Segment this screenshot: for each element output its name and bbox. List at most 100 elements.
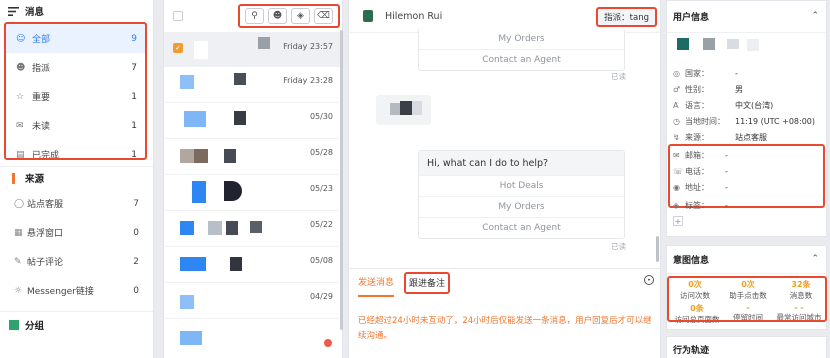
option-contact-agent[interactable]: Contact an Agent [419, 49, 624, 70]
redacted-block [224, 181, 242, 201]
info-row-country: ◎ 国家： - [667, 65, 826, 81]
info-key: 语言： [685, 100, 709, 110]
bot-greeting-card: Hi, what can I do to help? Hot Deals My … [418, 150, 625, 239]
source-label: 站点客服 [27, 200, 64, 210]
redacted-block [747, 39, 759, 51]
info-value: - [725, 200, 728, 210]
conversation-date: 05/22 [309, 220, 333, 229]
conversation-date: 05/30 [309, 112, 333, 121]
group-icon [8, 320, 19, 331]
option-my-orders[interactable]: My Orders [419, 196, 624, 217]
redacted-block [180, 149, 194, 163]
list-scrollbar[interactable] [340, 30, 343, 330]
source-item-site-chat[interactable]: ◯ 站点客服 7 [0, 189, 153, 218]
behavior-card: 行为轨迹 [666, 336, 827, 358]
redacted-block [412, 101, 422, 115]
user-info-header[interactable]: 用户信息 ⌃ [667, 1, 826, 33]
conversation-row[interactable]: 04/29 [164, 283, 342, 319]
source-item-post-comments[interactable]: ✎ 帖子评论 2 [0, 247, 153, 276]
option-contact-agent[interactable]: Contact an Agent [419, 217, 624, 238]
conversation-row[interactable]: 05/23 [164, 175, 342, 211]
add-tag-button[interactable]: + [673, 216, 683, 226]
inactivity-warning: 已经超过24小时未互动了，24小时后仅能发送一条消息，用户回复后才可以继续沟通。 [358, 316, 652, 341]
source-label: 帖子评论 [27, 258, 64, 268]
source-count: 0 [133, 227, 139, 238]
info-row-language: A 语言： 中文(台湾) [667, 97, 826, 113]
conversation-row[interactable]: 05/22 [164, 211, 342, 247]
redacted-block [258, 37, 270, 49]
read-status: 已读 [611, 72, 626, 81]
redacted-block [180, 75, 194, 89]
behavior-header[interactable]: 行为轨迹 [667, 337, 826, 358]
group-section-header[interactable]: 分组 [0, 314, 153, 336]
menu-lines-icon [8, 6, 19, 17]
stats-highlight-box [667, 276, 827, 322]
messages-section-header[interactable]: 消息 [0, 0, 153, 22]
messages-section-title: 消息 [25, 7, 45, 18]
redacted-block [727, 39, 739, 49]
info-key: 性别： [685, 84, 709, 94]
conversation-row[interactable] [164, 319, 342, 355]
source-label: 悬浮窗口 [27, 229, 64, 239]
filters-highlight-box [4, 22, 147, 160]
trash-icon[interactable]: ⌫ [314, 8, 333, 24]
user-avatar-row [667, 33, 826, 57]
info-row-gender: ♂ 性别： 男 [667, 81, 826, 97]
pin-icon[interactable]: ⚲ [245, 8, 264, 24]
globe-icon: ◎ [673, 68, 680, 78]
assign-icon[interactable]: ☻ [268, 8, 287, 24]
source-item-floating-window[interactable]: ▦ 悬浮窗口 0 [0, 218, 153, 247]
info-row-tags[interactable]: ◈ 标签： - [667, 197, 826, 213]
info-key: 标签： [685, 200, 709, 210]
redacted-block [226, 221, 238, 235]
redacted-block [703, 38, 715, 50]
conversation-row[interactable]: 05/08 [164, 247, 342, 283]
language-icon: A [673, 100, 679, 110]
conversation-row[interactable]: Friday 23:28 [164, 67, 342, 103]
conversation-date: 05/08 [309, 256, 333, 265]
source-section-header[interactable]: 来源 [0, 167, 153, 189]
window-icon: ▦ [14, 227, 23, 238]
conversation-row[interactable]: 05/28 [164, 139, 342, 175]
conversation-date: Friday 23:57 [283, 42, 333, 51]
redacted-block [180, 257, 206, 271]
redacted-block [224, 149, 236, 163]
source-count: 2 [133, 256, 139, 267]
redacted-avatar [194, 41, 208, 59]
contact-name: Hilemon Rui [385, 10, 443, 22]
option-my-orders[interactable]: My Orders [419, 28, 624, 49]
conversation-row[interactable]: 05/30 [164, 103, 342, 139]
tag-icon[interactable]: ◈ [291, 8, 310, 24]
assignee-badge[interactable]: 指派：tang [596, 7, 657, 27]
user-info-card: 用户信息 ⌃ ◎ 国家： - ♂ 性别： 男 A 语言： 中文(台湾) ◷ 当地… [666, 0, 827, 237]
bulk-actions-box: ⚲ ☻ ◈ ⌫ [238, 4, 340, 28]
clock-icon: ◷ [673, 116, 680, 126]
source-count: 7 [133, 198, 139, 209]
tab-follow-up-note[interactable]: 跟进备注 [404, 271, 451, 294]
intent-header[interactable]: 意图信息 ⌃ [667, 246, 826, 274]
redacted-block [250, 221, 262, 233]
timer-icon[interactable]: • [644, 275, 654, 285]
gender-icon: ♂ [673, 84, 681, 94]
info-key: 当地时间： [685, 116, 725, 126]
comment-icon: ✎ [14, 256, 22, 267]
source-item-messenger-link[interactable]: ☼ Messenger链接 0 [0, 276, 153, 305]
redacted-block [184, 111, 206, 127]
redacted-block [234, 73, 246, 85]
inbox-app: 消息 ☺ 全部 9 ☻ 指派 7 ☆ 重要 1 ✉ 未读 1 ▤ 已完成 1 来… [0, 0, 830, 358]
tab-send-message[interactable]: 发送消息 [358, 269, 395, 297]
option-hot-deals[interactable]: Hot Deals [419, 175, 624, 196]
info-value: 男 [735, 84, 743, 94]
selected-checkbox[interactable]: ✓ [173, 43, 183, 53]
select-all-checkbox[interactable] [173, 11, 183, 21]
info-key: 国家： [685, 68, 709, 78]
info-value: 中文(台湾) [735, 100, 774, 110]
redacted-block [180, 295, 194, 309]
conversation-row[interactable]: ✓ Friday 23:57 [164, 33, 342, 67]
chevron-up-icon[interactable]: ⌃ [811, 11, 819, 21]
chevron-up-icon[interactable]: ⌃ [811, 254, 819, 264]
info-value: 11:19 (UTC +08:00) [735, 116, 815, 126]
redacted-block [192, 181, 206, 203]
redacted-block [400, 101, 412, 115]
chat-scrollbar[interactable] [656, 236, 659, 262]
